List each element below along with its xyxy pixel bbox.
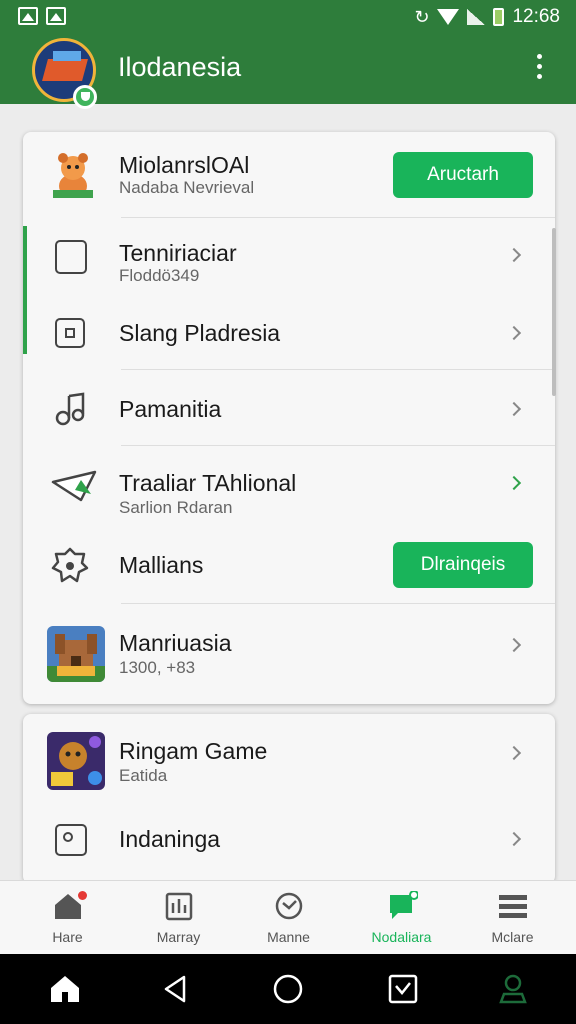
square-icon: [55, 318, 85, 348]
sync-icon: ↻: [414, 6, 430, 28]
list-item-title: Pamanitia: [119, 396, 222, 422]
list-item-traaliar-tahlional[interactable]: Traaliar TAhlional Sarlion Rdaran: [23, 446, 555, 526]
list-item-subtitle: Sarlion Rdaran: [119, 498, 233, 517]
home-icon: [52, 891, 87, 921]
games-card: Ringam Game Eatida Indaninga: [23, 714, 555, 884]
list-item-title: Traaliar TAhlional: [119, 470, 297, 496]
nav-label: Nodaliara: [371, 929, 432, 945]
nav-marray[interactable]: Marray: [121, 881, 236, 955]
nav-label: Mclare: [491, 929, 534, 945]
status-right: ↻ 12:68: [414, 6, 560, 28]
system-nav-bar: [0, 954, 576, 1024]
card-header-title: MiolanrslOAl: [119, 152, 250, 178]
chevron-right-icon: [506, 831, 522, 847]
nav-manne[interactable]: Manne: [231, 881, 346, 955]
photo-frame-icon: [55, 824, 87, 856]
avatar-shape: [53, 51, 81, 61]
recents-icon[interactable]: [386, 972, 420, 1006]
nav-label: Marray: [156, 929, 201, 945]
nav-label: Manne: [267, 929, 310, 945]
status-bar: ↻ 12:68: [0, 0, 576, 34]
wifi-icon: [437, 9, 460, 25]
home-icon[interactable]: [48, 972, 82, 1006]
main-card: MiolanrslOAl Nadaba Nevrieval Aructarh T…: [23, 132, 555, 704]
verified-badge-icon: [73, 85, 97, 109]
list-item-subtitle: Eatida: [119, 766, 168, 785]
back-icon[interactable]: [158, 972, 192, 1006]
list-item-subtitle: Floddö349: [119, 266, 200, 285]
chart-board-icon: [163, 891, 195, 921]
list-item-title: Ringam Game: [119, 738, 268, 764]
menu-lines-icon: [497, 891, 529, 921]
list-item-mallians[interactable]: Mallians Dlrainqeis: [23, 526, 555, 604]
status-time: 12:68: [512, 6, 560, 27]
more-vert-icon[interactable]: [532, 54, 546, 82]
chevron-right-icon: [506, 247, 522, 263]
list-item-manriuasia[interactable]: Manriuasia 1300, +83: [23, 604, 555, 704]
app-bar: ↻ 12:68 Ilodanesia: [0, 0, 576, 109]
music-note-icon: [53, 392, 89, 426]
list-item-title: Tenniriaciar: [119, 240, 237, 266]
list-item-title: Manriuasia: [119, 630, 232, 656]
card-header[interactable]: MiolanrslOAl Nadaba Nevrieval Aructarh: [23, 132, 555, 218]
battery-icon: [493, 8, 505, 26]
signal-icon: [467, 9, 486, 25]
nav-nodaliara[interactable]: Nodaliara: [344, 881, 459, 955]
scrollbar[interactable]: [552, 228, 556, 396]
page-title: Ilodanesia: [118, 52, 242, 82]
chevron-right-icon: [506, 475, 522, 491]
list-item-tenniriaciar[interactable]: Tenniriaciar Floddö349: [23, 218, 555, 296]
list-item-indaninga[interactable]: Indaninga: [23, 802, 555, 884]
card-header-subtitle: Nadaba Nevrieval: [119, 178, 255, 197]
avatar-shape: [42, 59, 88, 81]
list-item-pamanitia[interactable]: Pamanitia: [23, 370, 555, 446]
header-action-button[interactable]: Aructarh: [393, 152, 533, 198]
action-button[interactable]: Dlrainqeis: [393, 542, 533, 588]
castle-game-icon: [47, 626, 105, 682]
chevron-right-icon: [506, 325, 522, 341]
gear-badge-icon: [51, 546, 89, 584]
paper-plane-icon: [51, 468, 97, 502]
nav-label: Hare: [52, 929, 83, 945]
nav-mclare[interactable]: Mclare: [455, 881, 570, 955]
photo-notification-icon: [46, 7, 66, 25]
game-thumbnail-icon: [47, 732, 105, 790]
account-icon[interactable]: [496, 972, 530, 1006]
list-item-title: Indaninga: [119, 826, 221, 852]
list-item-subtitle: 1300, +83: [119, 658, 196, 677]
list-item-title: Slang Pladresia: [119, 320, 281, 346]
list-item-title: Mallians: [119, 552, 204, 578]
chevron-right-icon: [506, 745, 522, 761]
character-mascot-icon: [51, 150, 95, 200]
list-item-slang-pladresia[interactable]: Slang Pladresia: [23, 296, 555, 370]
nav-home[interactable]: Hare: [10, 881, 125, 955]
list-item-ringam-game[interactable]: Ringam Game Eatida: [23, 714, 555, 802]
notification-icons: [18, 7, 66, 25]
chevron-right-icon: [506, 637, 522, 653]
chevron-right-icon: [506, 401, 522, 417]
bottom-nav: Hare Marray Manne Nodaliara Mclare: [0, 880, 576, 954]
chat-bubble-icon: [386, 890, 419, 921]
clock-icon: [273, 891, 305, 921]
image-notification-icon: [18, 7, 38, 25]
tablet-icon: [55, 240, 87, 274]
circle-home-icon[interactable]: [271, 972, 305, 1006]
